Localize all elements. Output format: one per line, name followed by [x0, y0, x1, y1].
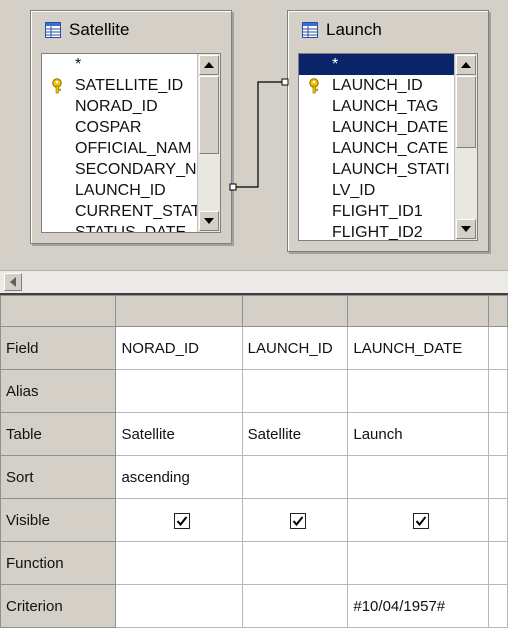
- grid-cell-sort[interactable]: [488, 455, 508, 499]
- grid-cell-sort[interactable]: [347, 455, 490, 499]
- arrow-left-icon: [10, 277, 16, 287]
- grid-cell-criterion[interactable]: [115, 584, 243, 628]
- query-design-grid: Field NORAD_ID LAUNCH_ID LAUNCH_DATE Ali…: [0, 293, 508, 635]
- row-label-visible: Visible: [0, 498, 117, 542]
- row-label-table: Table: [0, 412, 117, 456]
- grid-cell-alias[interactable]: [347, 369, 490, 413]
- grid-cell-field[interactable]: LAUNCH_ID: [241, 326, 349, 370]
- grid-cell-alias[interactable]: [488, 369, 508, 413]
- grid-cell-table[interactable]: [488, 412, 508, 456]
- grid-cell-function[interactable]: [347, 541, 490, 585]
- row-label-criterion: Criterion: [0, 584, 117, 628]
- corner-cell: [0, 295, 117, 327]
- grid-cell-sort[interactable]: ascending: [115, 455, 243, 499]
- grid-cell-criterion[interactable]: [488, 584, 508, 628]
- grid-cell-field[interactable]: NORAD_ID: [115, 326, 243, 370]
- column-header[interactable]: [347, 295, 490, 327]
- row-function: Function: [0, 541, 508, 585]
- row-label-sort: Sort: [0, 455, 117, 499]
- grid-cell-field[interactable]: [488, 326, 508, 370]
- column-header[interactable]: [115, 295, 243, 327]
- grid-cell-function[interactable]: [488, 541, 508, 585]
- grid-cell-alias[interactable]: [241, 369, 349, 413]
- row-sort: Sort ascending: [0, 455, 508, 499]
- row-alias: Alias: [0, 369, 508, 413]
- grid-cell-sort[interactable]: [241, 455, 349, 499]
- grid-cell-alias[interactable]: [115, 369, 243, 413]
- row-visible: Visible: [0, 498, 508, 542]
- scroll-left-button[interactable]: [4, 273, 22, 291]
- grid-cell-field[interactable]: LAUNCH_DATE: [347, 326, 490, 370]
- relation-line[interactable]: [0, 0, 508, 270]
- grid-cell-function[interactable]: [115, 541, 243, 585]
- grid-cell-criterion[interactable]: [241, 584, 349, 628]
- column-header[interactable]: [241, 295, 349, 327]
- grid-cell-table[interactable]: Satellite: [241, 412, 349, 456]
- row-label-field: Field: [0, 326, 117, 370]
- column-header[interactable]: [488, 295, 508, 327]
- column-header-row: [0, 295, 508, 327]
- grid-cell-visible[interactable]: [347, 498, 490, 542]
- grid-cell-visible[interactable]: [488, 498, 508, 542]
- grid-cell-table[interactable]: Satellite: [115, 412, 243, 456]
- row-table: Table Satellite Satellite Launch: [0, 412, 508, 456]
- checkbox-checked-icon[interactable]: [173, 512, 190, 529]
- checkbox-checked-icon[interactable]: [289, 512, 306, 529]
- row-label-alias: Alias: [0, 369, 117, 413]
- horizontal-scrollbar[interactable]: [0, 270, 508, 293]
- row-label-function: Function: [0, 541, 117, 585]
- design-area: Satellite * SATELLITE_ID NORAD_ID COSPAR…: [0, 0, 508, 270]
- row-field: Field NORAD_ID LAUNCH_ID LAUNCH_DATE: [0, 326, 508, 370]
- grid-cell-table[interactable]: Launch: [347, 412, 490, 456]
- row-criterion: Criterion #10/04/1957#: [0, 584, 508, 628]
- grid-cell-function[interactable]: [241, 541, 349, 585]
- checkbox-checked-icon[interactable]: [412, 512, 429, 529]
- grid-cell-visible[interactable]: [115, 498, 243, 542]
- grid-cell-criterion[interactable]: #10/04/1957#: [347, 584, 490, 628]
- grid-cell-visible[interactable]: [241, 498, 349, 542]
